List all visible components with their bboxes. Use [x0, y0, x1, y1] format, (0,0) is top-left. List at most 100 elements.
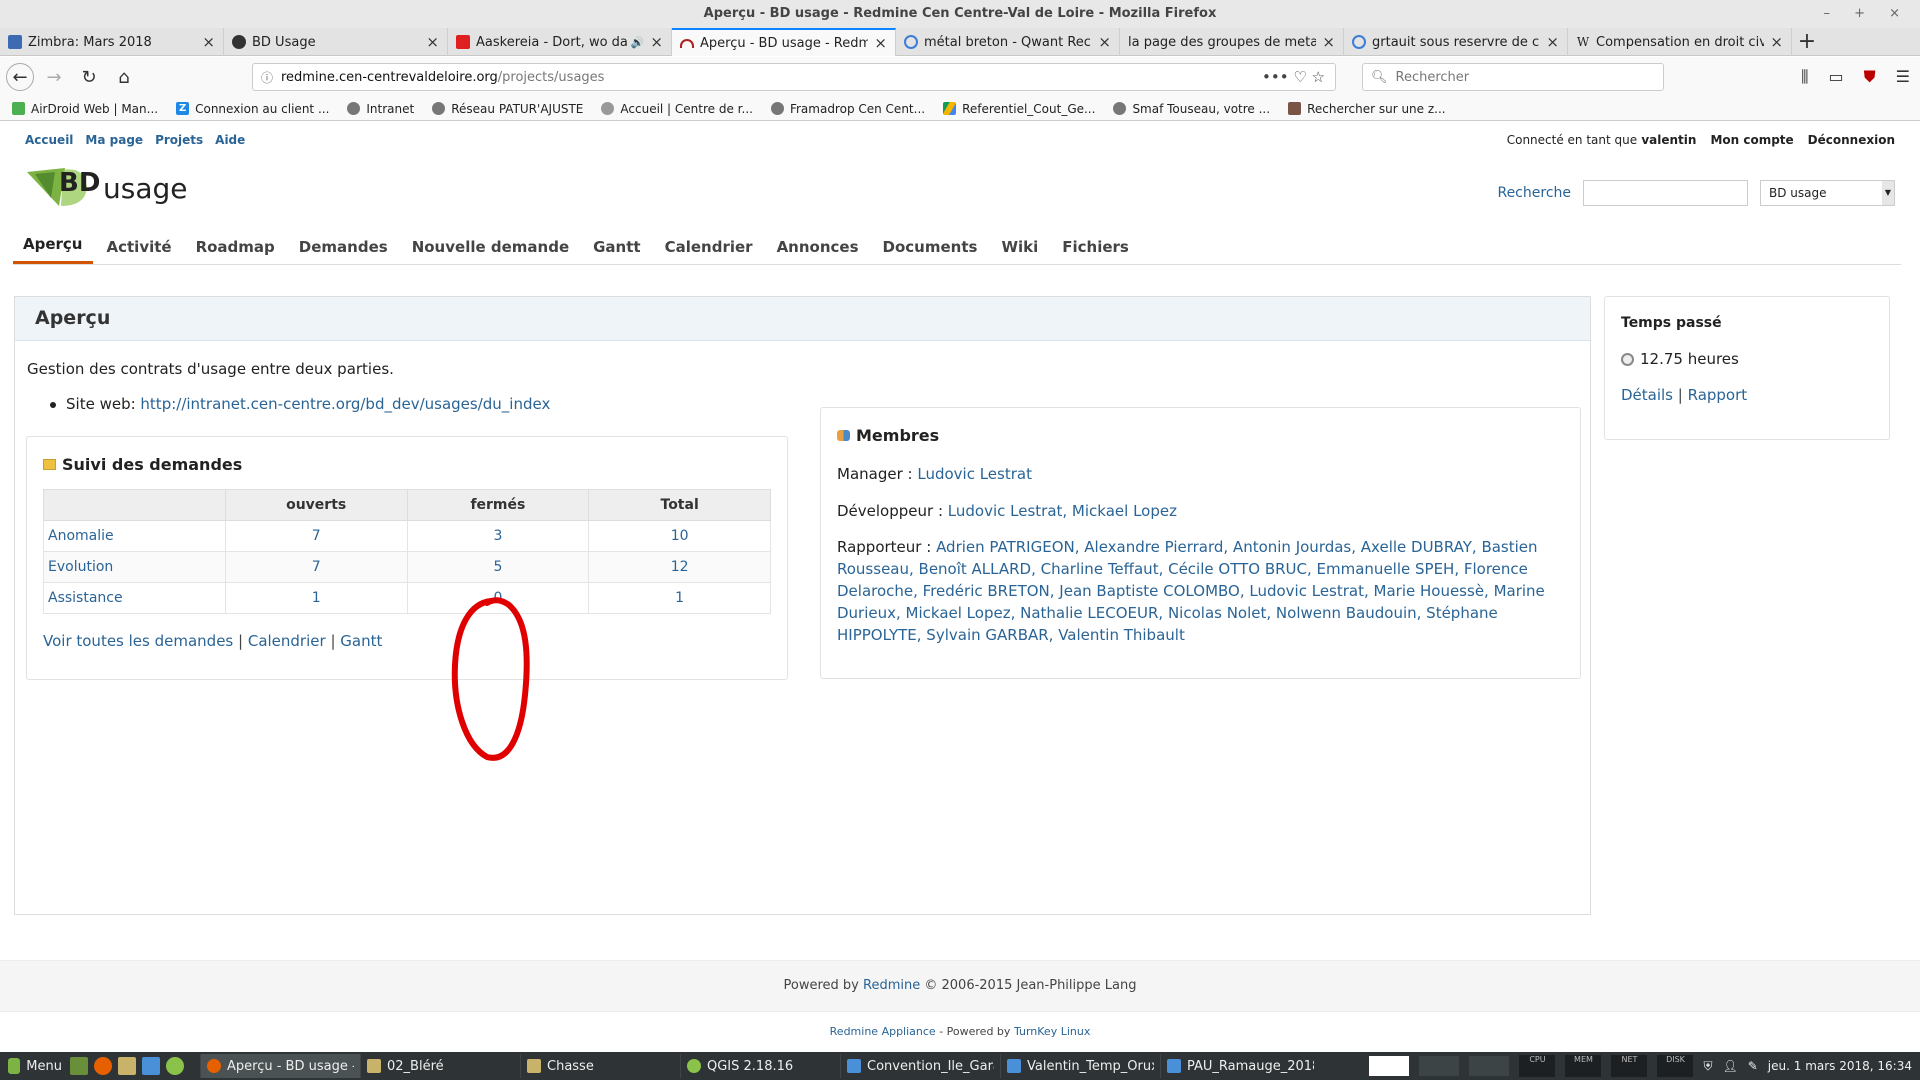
details-link[interactable]: Détails — [1621, 386, 1673, 404]
tracker-link[interactable]: Evolution — [48, 559, 113, 575]
speaker-icon[interactable]: 🔊 — [631, 36, 645, 49]
url-text[interactable]: redmine.cen-centrevaldeloire.org/project… — [281, 70, 1262, 85]
total-count-link[interactable]: 1 — [675, 590, 684, 606]
qgis-icon[interactable] — [166, 1057, 184, 1075]
turnkey-link[interactable]: TurnKey Linux — [1014, 1025, 1090, 1038]
workspace-1[interactable] — [1369, 1056, 1410, 1076]
closed-count-link[interactable]: 0 — [493, 590, 502, 606]
url-bar[interactable]: ⓘ redmine.cen-centrevaldeloire.org/proje… — [252, 63, 1336, 91]
taskbar-task[interactable]: 02_Bléré — [360, 1054, 520, 1078]
browser-tab[interactable]: grtauit sous reservre de comp× — [1344, 28, 1568, 56]
member-link[interactable]: Adrien PATRIGEON, Alexandre Pierrard, An… — [837, 538, 1545, 644]
taskbar-task[interactable]: Convention_Ile_Gara... — [840, 1054, 1000, 1078]
open-count-link[interactable]: 7 — [312, 559, 321, 575]
top-menu-help[interactable]: Aide — [215, 133, 245, 147]
close-tab-icon[interactable]: × — [874, 34, 887, 52]
bookmark-item[interactable]: Accueil | Centre de r... — [601, 102, 753, 116]
folder-icon[interactable] — [118, 1057, 136, 1075]
bookmark-item[interactable]: Intranet — [347, 102, 414, 116]
close-tab-icon[interactable]: × — [202, 33, 215, 51]
tab-activite[interactable]: Activité — [97, 238, 182, 264]
member-link[interactable]: Ludovic Lestrat — [917, 465, 1032, 483]
firefox-icon[interactable] — [94, 1057, 112, 1075]
user-icon[interactable]: 👤︎ — [1723, 1059, 1738, 1073]
reload-button[interactable]: ↻ — [74, 62, 104, 92]
top-menu-projects[interactable]: Projets — [155, 133, 203, 147]
taskbar-task[interactable]: Chasse — [520, 1054, 680, 1078]
tab-documents[interactable]: Documents — [873, 238, 988, 264]
gantt-link[interactable]: Gantt — [340, 632, 382, 650]
pen-icon[interactable]: ✎ — [1748, 1059, 1758, 1073]
bookmark-item[interactable]: Framadrop Cen Cent... — [770, 102, 925, 116]
close-tab-icon[interactable]: × — [650, 33, 663, 51]
back-button[interactable]: ← — [6, 63, 34, 91]
total-count-link[interactable]: 10 — [671, 528, 689, 544]
workspace-2[interactable] — [1419, 1056, 1460, 1076]
redmine-appliance-link[interactable]: Redmine Appliance — [830, 1025, 936, 1038]
bookmark-item[interactable]: AirDroid Web | Man... — [12, 102, 158, 116]
shield-icon[interactable]: ⛨ — [1703, 1059, 1712, 1074]
tab-demandes[interactable]: Demandes — [289, 238, 398, 264]
browser-tab[interactable]: Aaskereia - Dort, wo das a🔊× — [448, 28, 672, 56]
close-tab-icon[interactable]: × — [1546, 33, 1559, 51]
report-link[interactable]: Rapport — [1688, 386, 1748, 404]
forward-button[interactable]: → — [39, 62, 69, 92]
close-tab-icon[interactable]: × — [1770, 33, 1783, 51]
logout-link[interactable]: Déconnexion — [1808, 133, 1895, 147]
browser-tab[interactable]: WCompensation en droit civil fr× — [1568, 28, 1792, 56]
sidebar-icon[interactable]: ▭ — [1829, 63, 1844, 91]
bookmark-item[interactable]: Smaf Touseau, votre ... — [1113, 102, 1270, 116]
ublock-icon[interactable]: ⛊ — [1864, 63, 1876, 91]
browser-tab[interactable]: la page des groupes de metal bre× — [1120, 28, 1344, 56]
tab-calendrier[interactable]: Calendrier — [655, 238, 763, 264]
open-count-link[interactable]: 7 — [312, 528, 321, 544]
close-tab-icon[interactable]: × — [426, 33, 439, 51]
bookmark-item[interactable]: Z Connexion au client ... — [176, 102, 329, 116]
browser-tab[interactable]: métal breton - Qwant Recherc× — [896, 28, 1120, 56]
closed-count-link[interactable]: 3 — [493, 528, 502, 544]
member-link[interactable]: Ludovic Lestrat, Mickael Lopez — [948, 502, 1177, 520]
terminal-icon[interactable] — [142, 1057, 160, 1075]
view-all-issues-link[interactable]: Voir toutes les demandes — [43, 632, 233, 650]
total-count-link[interactable]: 12 — [671, 559, 689, 575]
tab-nouvelle-demande[interactable]: Nouvelle demande — [402, 238, 579, 264]
top-menu-home[interactable]: Accueil — [25, 133, 73, 147]
new-tab-button[interactable]: + — [1792, 28, 1822, 55]
tracker-link[interactable]: Anomalie — [48, 528, 114, 544]
closed-count-link[interactable]: 5 — [493, 559, 502, 575]
tab-apercu[interactable]: Aperçu — [13, 235, 93, 264]
home-button[interactable]: ⌂ — [109, 62, 139, 92]
redmine-link[interactable]: Redmine — [863, 978, 920, 993]
window-controls[interactable]: – + × — [1823, 0, 1910, 28]
tab-gantt[interactable]: Gantt — [583, 238, 650, 264]
hamburger-menu-icon[interactable]: ☰ — [1896, 63, 1910, 91]
desktop-icon[interactable] — [70, 1057, 88, 1075]
project-jump-select[interactable]: BD usage ▼ — [1760, 180, 1895, 206]
tracker-link[interactable]: Assistance — [48, 590, 123, 606]
browser-tab[interactable]: BD Usage × — [224, 28, 448, 56]
user-link[interactable]: valentin — [1641, 133, 1696, 147]
tab-annonces[interactable]: Annonces — [767, 238, 869, 264]
taskbar-task[interactable]: QGIS 2.18.16 — [680, 1054, 840, 1078]
browser-tab-active[interactable]: Aperçu - BD usage - Redmine× — [672, 28, 896, 56]
site-info-icon[interactable]: ⓘ — [253, 69, 281, 86]
taskbar-task[interactable]: Valentin_Temp_Orux... — [1000, 1054, 1160, 1078]
tab-wiki[interactable]: Wiki — [991, 238, 1048, 264]
bookmark-item[interactable]: Réseau PATUR'AJUSTE — [432, 102, 583, 116]
open-count-link[interactable]: 1 — [312, 590, 321, 606]
page-actions-icons[interactable]: ••• ♡ ☆ — [1262, 68, 1335, 86]
browser-tab[interactable]: Zimbra: Mars 2018 × — [0, 28, 224, 56]
library-icon[interactable]: ⫼ — [1801, 63, 1808, 91]
my-account-link[interactable]: Mon compte — [1710, 133, 1793, 147]
calendar-link[interactable]: Calendrier — [248, 632, 326, 650]
browser-search-field[interactable]: 🔍︎ Rechercher — [1362, 63, 1664, 91]
close-tab-icon[interactable]: × — [1098, 33, 1111, 51]
clock[interactable]: jeu. 1 mars 2018, 16:34 — [1768, 1059, 1912, 1073]
website-link[interactable]: http://intranet.cen-centre.org/bd_dev/us… — [140, 395, 550, 413]
search-label-link[interactable]: Recherche — [1497, 185, 1571, 201]
workspace-3[interactable] — [1469, 1056, 1510, 1076]
taskbar-task[interactable]: Aperçu - BD usage - ... — [200, 1054, 360, 1078]
start-menu-button[interactable]: Menu — [0, 1058, 70, 1074]
tab-roadmap[interactable]: Roadmap — [186, 238, 285, 264]
bookmark-item[interactable]: Referentiel_Cout_Ge... — [943, 102, 1095, 116]
